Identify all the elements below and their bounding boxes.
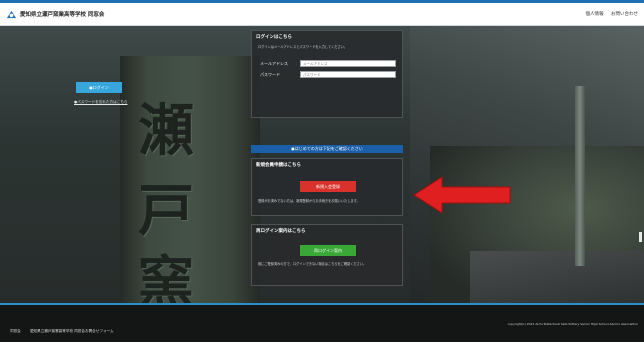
footer-links: 同窓会 愛知県立瀬戸窯業高等学校 同窓会お問合せフォーム	[10, 329, 122, 334]
relogin-note: 既にご登録済みの方で、ログインできない場合はこちらをご確認ください。	[258, 262, 367, 266]
first-time-notice-bar[interactable]: ●はじめての方は下記をご確認ください	[251, 145, 403, 153]
header-link-privacy[interactable]: 個人情報	[586, 12, 604, 17]
red-arrow-icon	[413, 176, 511, 214]
email-label: メールアドレス	[260, 61, 288, 66]
hero-road	[470, 251, 644, 303]
relogin-panel: 再ログイン案内はこちら 再ログイン案内 既にご登録済みの方で、ログインできない場…	[251, 224, 403, 286]
site-footer: 同窓会 愛知県立瀬戸窯業高等学校 同窓会お問合せフォーム copyright(c…	[0, 303, 644, 342]
login-button[interactable]: ●ログイン	[76, 82, 122, 93]
site-title[interactable]: 愛知県立瀬戸窯業高等学校 同窓会	[20, 10, 104, 18]
login-panel-title: ログインはこちら	[256, 35, 292, 40]
relogin-panel-title: 再ログイン案内はこちら	[256, 229, 306, 234]
email-field[interactable]	[300, 60, 396, 67]
login-panel: ログインはこちら ログインはメールアドレスとパスワードを入力してください。 メー…	[251, 30, 403, 118]
footer-link-contact-form[interactable]: 愛知県立瀬戸窯業高等学校 同窓会お問合せフォーム	[30, 329, 114, 333]
scroll-indicator[interactable]	[639, 232, 642, 242]
new-member-register-button[interactable]: 新規入会登録	[300, 181, 356, 192]
new-member-panel: 新規会員申請はこちら 新規入会登録 登録がお済みでない方は、新規登録からお手続き…	[251, 158, 403, 216]
stone-character-1: 瀬	[138, 98, 194, 164]
new-member-panel-title: 新規会員申請はこちら	[256, 163, 301, 168]
relogin-guide-button[interactable]: 再ログイン案内	[300, 245, 356, 256]
password-label: パスワード	[260, 72, 280, 77]
stone-character-3: 窯	[138, 250, 194, 303]
site-header: 愛知県立瀬戸窯業高等学校 同窓会 個人情報 お問い合わせ	[0, 0, 644, 26]
footer-link-alumni[interactable]: 同窓会	[10, 329, 21, 333]
login-description: ログインはメールアドレスとパスワードを入力してください。	[258, 45, 348, 49]
hero-pillar	[575, 86, 585, 266]
header-links: 個人情報 お問い合わせ	[580, 11, 638, 17]
password-field[interactable]	[300, 71, 396, 78]
school-logo-icon[interactable]	[6, 9, 17, 20]
new-member-note: 登録がお済みでない方は、新規登録からお手続きをお願いいたします。	[258, 199, 360, 203]
copyright-text: copyright(c) 2021 Aichi Prefectural Seto…	[507, 322, 638, 326]
forgot-password-link[interactable]: ●パスワードを忘れた方はこちら	[74, 100, 127, 105]
header-link-contact[interactable]: お問い合わせ	[611, 12, 638, 17]
page: 愛知県立瀬戸窯業高等学校 同窓会 個人情報 お問い合わせ 瀬 戸 窯 ログインは…	[0, 0, 644, 342]
stone-character-2: 戸	[138, 178, 194, 244]
